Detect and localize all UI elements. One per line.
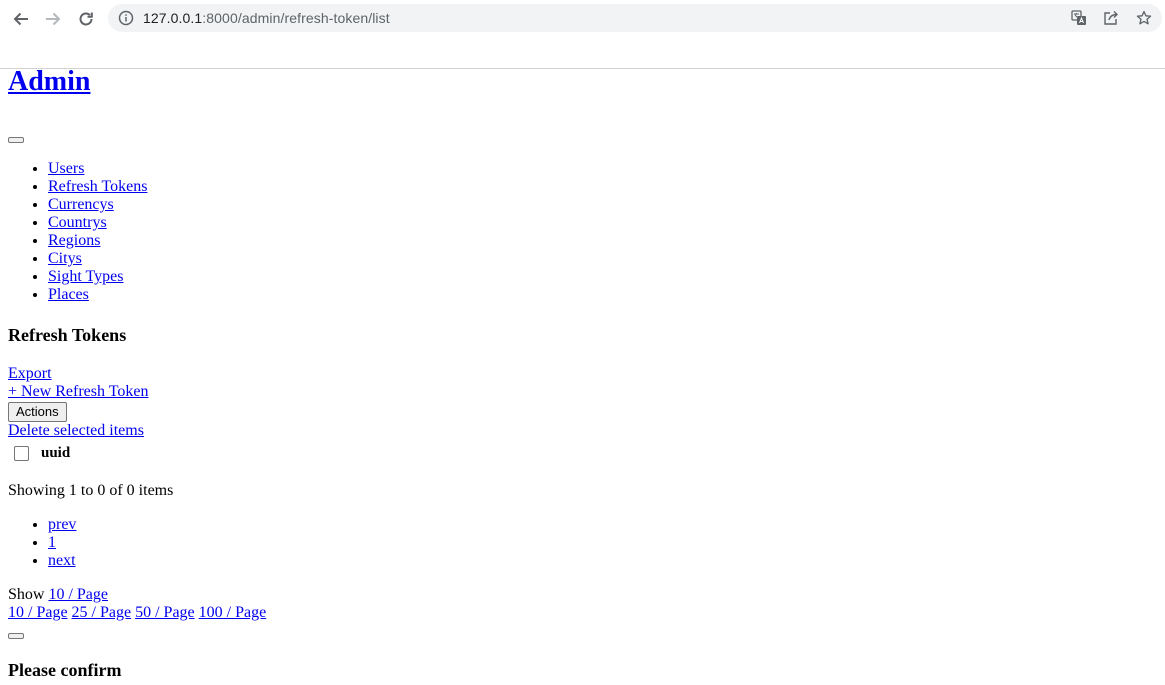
sidebar-item-sight-types: Sight Types	[48, 268, 147, 286]
sidebar-item-refresh-tokens: Refresh Tokens	[48, 178, 147, 196]
pagination-next: next	[48, 552, 76, 570]
back-arrow-icon[interactable]	[10, 8, 32, 30]
page-size-dropdown[interactable]: 10 / Page	[48, 586, 108, 603]
url-path: :8000/admin/refresh-token/list	[202, 10, 390, 26]
brand-link[interactable]: Admin	[8, 66, 90, 97]
brand-heading: Admin	[8, 66, 90, 97]
sidebar-link[interactable]: Currencys	[48, 196, 114, 213]
new-refresh-token-link[interactable]: + New Refresh Token	[8, 383, 148, 400]
actions-button[interactable]: Actions	[8, 402, 67, 422]
pagination: prev 1 next	[8, 516, 76, 570]
sidebar-link[interactable]: Users	[48, 160, 84, 177]
new-row: + New Refresh Token	[8, 383, 148, 401]
page-link[interactable]: 1	[48, 534, 56, 551]
modal-close-button[interactable]	[8, 633, 24, 639]
translate-icon[interactable]	[1071, 10, 1087, 26]
reload-icon[interactable]	[75, 8, 97, 30]
address-bar-url: 127.0.0.1:8000/admin/refresh-token/list	[143, 10, 390, 26]
sidebar-item-regions: Regions	[48, 232, 147, 250]
address-bar[interactable]: 127.0.0.1:8000/admin/refresh-token/list	[108, 4, 1162, 32]
sidebar-item-countrys: Countrys	[48, 214, 147, 232]
next-link[interactable]: next	[48, 552, 76, 569]
bookmark-star-icon[interactable]	[1136, 10, 1152, 26]
page-size-option-100[interactable]: 100 / Page	[199, 604, 267, 621]
select-all-checkbox[interactable]	[14, 445, 29, 461]
delete-selected-link[interactable]: Delete selected items	[8, 422, 144, 439]
page-size-option-25[interactable]: 25 / Page	[72, 604, 132, 621]
prev-link[interactable]: prev	[48, 516, 76, 533]
showing-text: Showing 1 to 0 of 0 items	[8, 482, 174, 499]
forward-arrow-icon[interactable]	[42, 8, 64, 30]
export-link[interactable]: Export	[8, 365, 52, 382]
sidebar-link[interactable]: Countrys	[48, 214, 107, 231]
sidebar-item-citys: Citys	[48, 250, 147, 268]
sidebar-link[interactable]: Refresh Tokens	[48, 178, 147, 195]
page-size-row: Show 10 / Page	[8, 586, 108, 604]
navbar-toggle-button[interactable]	[8, 137, 24, 143]
page-size-option-50[interactable]: 50 / Page	[135, 604, 195, 621]
delete-selected-row: Delete selected items	[8, 422, 144, 440]
sidebar-menu: Users Refresh Tokens Currencys Countrys …	[8, 160, 147, 304]
sidebar-link[interactable]: Citys	[48, 250, 82, 267]
modal-title: Please confirm	[8, 660, 122, 680]
pagination-page: 1	[48, 534, 76, 552]
browser-toolbar: 127.0.0.1:8000/admin/refresh-token/list	[0, 0, 1165, 69]
sidebar-item-currencys: Currencys	[48, 196, 147, 214]
sidebar-item-users: Users	[48, 160, 147, 178]
page-size-options: 10 / Page 25 / Page 50 / Page 100 / Page	[8, 604, 266, 622]
pagination-prev: prev	[48, 516, 76, 534]
page-size-option-10[interactable]: 10 / Page	[8, 604, 68, 621]
share-icon[interactable]	[1103, 10, 1119, 26]
column-header-uuid[interactable]: uuid	[41, 445, 70, 462]
sidebar-link[interactable]: Places	[48, 286, 89, 303]
table-header-row: uuid	[14, 444, 70, 462]
export-row: Export	[8, 365, 52, 383]
sidebar-link[interactable]: Sight Types	[48, 268, 123, 285]
url-host: 127.0.0.1	[143, 10, 203, 26]
show-label: Show	[8, 586, 45, 603]
sidebar-link[interactable]: Regions	[48, 232, 100, 249]
sidebar-item-places: Places	[48, 286, 147, 304]
info-icon[interactable]	[118, 10, 134, 26]
page-title: Refresh Tokens	[8, 325, 127, 345]
